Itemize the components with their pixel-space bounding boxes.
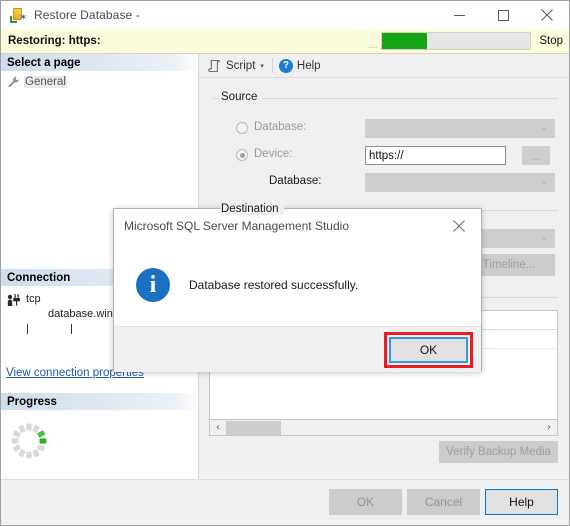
toolbar-separator bbox=[271, 58, 273, 73]
source-group: Source Database: ⌄ Device: https:// ... … bbox=[213, 91, 558, 193]
help-circle-icon: ? bbox=[278, 58, 293, 73]
chevron-down-icon: ⌄ bbox=[540, 123, 548, 133]
modal-message: Database restored successfully. bbox=[189, 277, 359, 292]
message-dialog: Microsoft SQL Server Management Studio i… bbox=[113, 208, 482, 372]
grid-horizontal-scrollbar[interactable]: ‹ › bbox=[209, 420, 558, 436]
modal-ok-button[interactable]: OK bbox=[389, 337, 468, 363]
source-device-browse-button[interactable]: ... bbox=[522, 146, 550, 165]
footer: OK Cancel Help bbox=[1, 479, 569, 525]
chevron-down-icon: ⌄ bbox=[540, 177, 548, 187]
page-list: General bbox=[1, 71, 198, 89]
restoring-label: Restoring: https: bbox=[8, 35, 101, 47]
scroll-left-icon[interactable]: ‹ bbox=[210, 421, 226, 435]
ok-button[interactable]: OK bbox=[329, 489, 402, 515]
window-title: Restore Database - bbox=[34, 8, 140, 22]
restoring-status-bar: Restoring: https: ... Stop bbox=[1, 29, 569, 54]
loading-spinner-icon bbox=[8, 420, 50, 462]
chevron-down-icon[interactable]: ▾ bbox=[258, 62, 269, 70]
script-button[interactable]: Script bbox=[205, 56, 258, 76]
restore-progress-bar bbox=[381, 32, 532, 50]
close-icon[interactable] bbox=[437, 209, 481, 243]
restore-database-icon: ✶ bbox=[10, 7, 27, 23]
sidebar-item-general[interactable]: General bbox=[7, 74, 198, 89]
connection-tick-2 bbox=[71, 324, 72, 334]
modal-title-bar: Microsoft SQL Server Management Studio bbox=[114, 209, 481, 243]
connection-server: database.wind bbox=[48, 308, 119, 320]
script-icon bbox=[208, 59, 222, 73]
restoring-ellipsis: ... bbox=[367, 40, 379, 50]
source-device-radio[interactable] bbox=[236, 149, 248, 161]
source-device-label: Device: bbox=[254, 148, 293, 160]
chevron-down-icon: ⌄ bbox=[540, 233, 548, 243]
source-database-label: Database: bbox=[254, 121, 307, 133]
window-controls bbox=[437, 1, 569, 29]
source-database-radio[interactable] bbox=[236, 122, 248, 134]
source-database-secondary-label: Database: bbox=[269, 175, 322, 187]
modal-body: i Database restored successfully. bbox=[114, 243, 481, 326]
scroll-right-icon[interactable]: › bbox=[541, 421, 557, 435]
info-icon: i bbox=[136, 267, 170, 302]
verify-backup-media-button[interactable]: Verify Backup Media bbox=[439, 441, 558, 463]
source-database-combo[interactable]: ⌄ bbox=[365, 119, 555, 138]
modal-title: Microsoft SQL Server Management Studio bbox=[124, 219, 349, 233]
source-device-input[interactable]: https:// bbox=[365, 146, 506, 165]
scrollbar-thumb[interactable] bbox=[226, 420, 281, 435]
select-a-page-header: Select a page bbox=[1, 54, 198, 71]
stop-button[interactable]: Stop bbox=[539, 35, 563, 47]
modal-footer: OK bbox=[114, 326, 481, 372]
connection-tick-1 bbox=[27, 324, 28, 334]
progress-section: Progress bbox=[1, 393, 198, 462]
help-button-label: Help bbox=[296, 59, 321, 72]
restore-progress-fill bbox=[382, 33, 427, 49]
source-group-title: Source bbox=[221, 91, 263, 103]
toolbar: Script ▾ ? Help bbox=[199, 54, 569, 78]
title-bar: ✶ Restore Database - bbox=[1, 1, 569, 29]
sidebar-item-general-label: General bbox=[24, 75, 67, 88]
maximize-icon[interactable] bbox=[481, 1, 525, 29]
progress-header: Progress bbox=[1, 393, 198, 410]
close-icon[interactable] bbox=[525, 1, 569, 29]
help-button[interactable]: ? Help bbox=[276, 56, 324, 76]
cancel-button[interactable]: Cancel bbox=[407, 489, 480, 515]
script-button-label: Script bbox=[226, 59, 256, 72]
help-button-footer[interactable]: Help bbox=[485, 489, 558, 515]
wrench-icon bbox=[7, 76, 20, 88]
source-database-secondary-combo[interactable]: ⌄ bbox=[365, 173, 555, 192]
destination-group-title: Destination bbox=[221, 203, 284, 215]
minimize-icon[interactable] bbox=[437, 1, 481, 29]
connection-icon bbox=[7, 294, 23, 307]
connection-protocol: tcp bbox=[26, 293, 41, 305]
